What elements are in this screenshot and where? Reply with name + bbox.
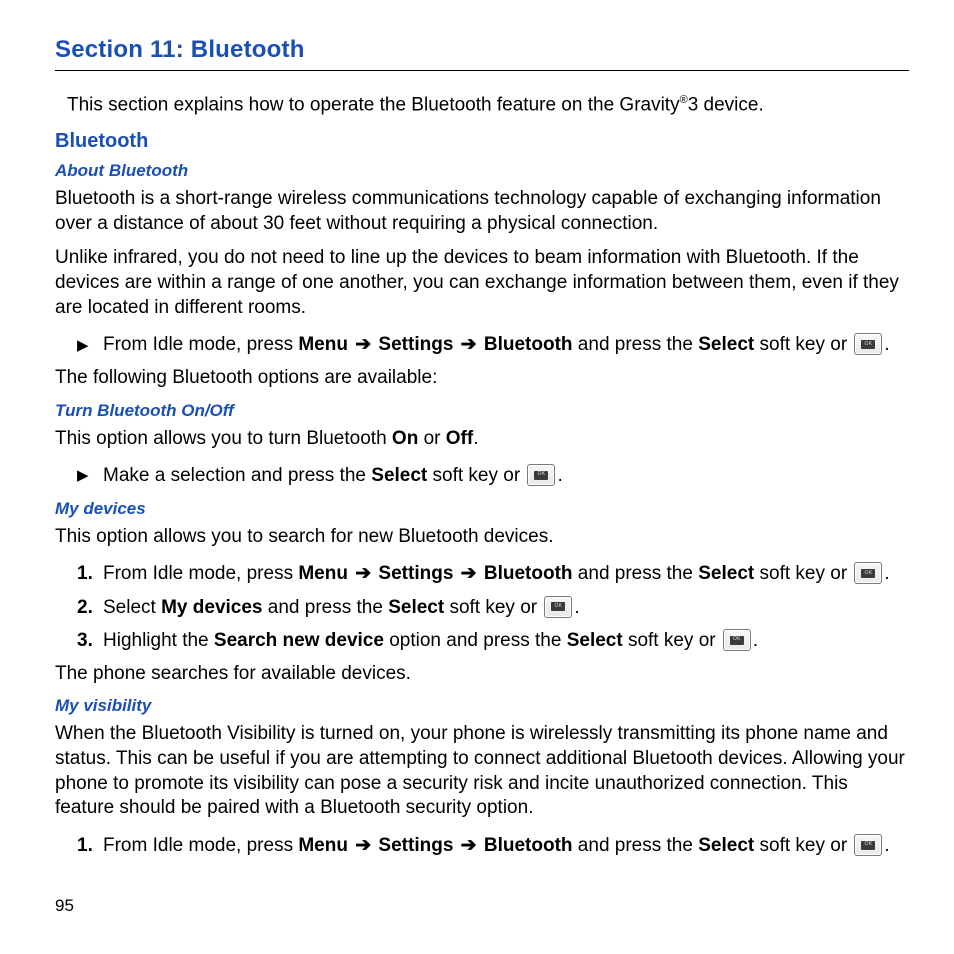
turn-heading: Turn Bluetooth On/Off (55, 401, 909, 421)
ok-key-icon (723, 629, 751, 651)
mydev-step-3: 3. Highlight the Search new device optio… (77, 626, 909, 655)
myvis-step-1: 1. From Idle mode, press Menu ➔ Settings… (77, 831, 909, 860)
arrow-icon: ➔ (461, 835, 477, 856)
intro-pre: This section explains how to operate the… (67, 94, 680, 115)
turn-step-content: Make a selection and press the Select so… (103, 461, 909, 490)
ok-key-icon (544, 596, 572, 618)
turn-step: ▶ Make a selection and press the Select … (77, 461, 909, 490)
myvisibility-heading: My visibility (55, 696, 909, 716)
about-bluetooth-heading: About Bluetooth (55, 161, 909, 181)
step-number: 1. (77, 559, 103, 588)
ok-key-icon (854, 333, 882, 355)
arrow-icon: ➔ (461, 334, 477, 355)
mydev-step-1: 1. From Idle mode, press Menu ➔ Settings… (77, 559, 909, 588)
step-number: 2. (77, 593, 103, 622)
arrow-icon: ➔ (355, 563, 371, 584)
page-content: Section 11: Bluetooth This section expla… (0, 0, 954, 861)
ok-key-icon (527, 464, 555, 486)
about-p2: Unlike infrared, you do not need to line… (55, 246, 909, 320)
about-step: ▶ From Idle mode, press Menu ➔ Settings … (77, 330, 909, 359)
registered-mark: ® (680, 94, 688, 106)
arrow-icon: ➔ (355, 334, 371, 355)
mydev-step-2: 2. Select My devices and press the Selec… (77, 593, 909, 622)
turn-p1: This option allows you to turn Bluetooth… (55, 427, 909, 452)
bullet-icon: ▶ (77, 464, 103, 487)
mydevices-heading: My devices (55, 499, 909, 519)
mydev-p1: This option allows you to search for new… (55, 525, 909, 550)
intro-post: 3 device. (688, 94, 764, 115)
about-p1: Bluetooth is a short-range wireless comm… (55, 187, 909, 236)
bullet-icon: ▶ (77, 334, 103, 357)
about-step-content: From Idle mode, press Menu ➔ Settings ➔ … (103, 330, 909, 359)
step-number: 1. (77, 831, 103, 860)
ok-key-icon (854, 834, 882, 856)
arrow-icon: ➔ (355, 835, 371, 856)
section-title: Section 11: Bluetooth (55, 36, 909, 71)
ok-key-icon (854, 562, 882, 584)
about-p3: The following Bluetooth options are avai… (55, 366, 909, 391)
bluetooth-heading: Bluetooth (55, 130, 909, 153)
mydev-p2: The phone searches for available devices… (55, 662, 909, 687)
step-number: 3. (77, 626, 103, 655)
myvis-p1: When the Bluetooth Visibility is turned … (55, 722, 909, 821)
arrow-icon: ➔ (461, 563, 477, 584)
page-number: 95 (55, 896, 74, 916)
intro-paragraph: This section explains how to operate the… (67, 93, 909, 118)
